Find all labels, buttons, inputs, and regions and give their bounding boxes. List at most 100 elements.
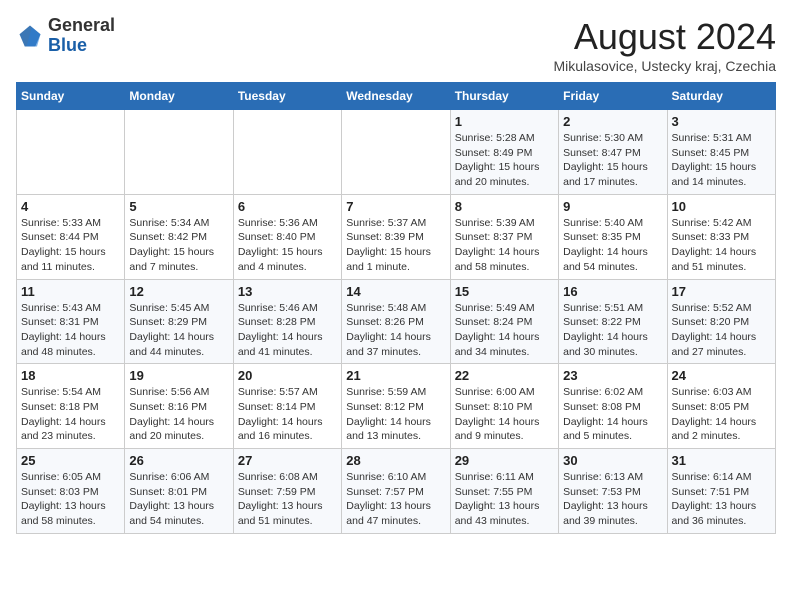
day-number: 15	[455, 284, 554, 299]
day-number: 31	[672, 453, 771, 468]
day-info: Sunrise: 5:37 AM Sunset: 8:39 PM Dayligh…	[346, 216, 445, 275]
day-number: 10	[672, 199, 771, 214]
day-info: Sunrise: 6:11 AM Sunset: 7:55 PM Dayligh…	[455, 470, 554, 529]
day-info: Sunrise: 5:48 AM Sunset: 8:26 PM Dayligh…	[346, 301, 445, 360]
day-number: 21	[346, 368, 445, 383]
day-info: Sunrise: 5:30 AM Sunset: 8:47 PM Dayligh…	[563, 131, 662, 190]
day-number: 6	[238, 199, 337, 214]
day-number: 17	[672, 284, 771, 299]
day-number: 20	[238, 368, 337, 383]
calendar-cell	[233, 110, 341, 195]
day-number: 26	[129, 453, 228, 468]
logo-blue: Blue	[48, 36, 115, 56]
day-number: 8	[455, 199, 554, 214]
day-info: Sunrise: 5:34 AM Sunset: 8:42 PM Dayligh…	[129, 216, 228, 275]
day-number: 4	[21, 199, 120, 214]
calendar-cell	[342, 110, 450, 195]
location: Mikulasovice, Ustecky kraj, Czechia	[553, 58, 776, 74]
calendar-cell: 13Sunrise: 5:46 AM Sunset: 8:28 PM Dayli…	[233, 279, 341, 364]
day-number: 19	[129, 368, 228, 383]
calendar-cell: 1 Sunrise: 5:28 AM Sunset: 8:49 PM Daylig…	[450, 110, 558, 195]
calendar-cell: 22 Sunrise: 6:00 AM Sunset: 8:10 PM Dayli…	[450, 364, 558, 449]
day-number: 30	[563, 453, 662, 468]
page-header: General Blue August 2024 Mikulasovice, U…	[16, 16, 776, 74]
day-number: 24	[672, 368, 771, 383]
day-info: Sunrise: 5:39 AM Sunset: 8:37 PM Dayligh…	[455, 216, 554, 275]
calendar-cell: 7 Sunrise: 5:37 AM Sunset: 8:39 PM Daylig…	[342, 194, 450, 279]
day-number: 27	[238, 453, 337, 468]
day-info: Sunrise: 5:28 AM Sunset: 8:49 PM Dayligh…	[455, 131, 554, 190]
calendar-cell: 11 Sunrise: 5:43 AM Sunset: 8:31 PM Dayli…	[17, 279, 125, 364]
weekday-header: Wednesday	[342, 83, 450, 110]
day-info: Sunrise: 5:57 AM Sunset: 8:14 PM Dayligh…	[238, 385, 337, 444]
day-info: Sunrise: 5:45 AM Sunset: 8:29 PM Dayligh…	[129, 301, 228, 360]
calendar-week-row: 25 Sunrise: 6:05 AM Sunset: 8:03 PM Dayli…	[17, 449, 776, 534]
day-number: 22	[455, 368, 554, 383]
calendar-cell: 25 Sunrise: 6:05 AM Sunset: 8:03 PM Dayli…	[17, 449, 125, 534]
calendar-cell: 28Sunrise: 6:10 AM Sunset: 7:57 PM Dayli…	[342, 449, 450, 534]
calendar-week-row: 18Sunrise: 5:54 AM Sunset: 8:18 PM Dayli…	[17, 364, 776, 449]
calendar-cell: 30 Sunrise: 6:13 AM Sunset: 7:53 PM Dayli…	[559, 449, 667, 534]
day-info: Sunrise: 5:31 AM Sunset: 8:45 PM Dayligh…	[672, 131, 771, 190]
day-info: Sunrise: 6:13 AM Sunset: 7:53 PM Dayligh…	[563, 470, 662, 529]
day-number: 3	[672, 114, 771, 129]
day-number: 11	[21, 284, 120, 299]
calendar-cell: 31 Sunrise: 6:14 AM Sunset: 7:51 PM Dayli…	[667, 449, 775, 534]
day-number: 1	[455, 114, 554, 129]
calendar-cell: 9Sunrise: 5:40 AM Sunset: 8:35 PM Daylig…	[559, 194, 667, 279]
weekday-header: Friday	[559, 83, 667, 110]
day-number: 25	[21, 453, 120, 468]
day-info: Sunrise: 5:52 AM Sunset: 8:20 PM Dayligh…	[672, 301, 771, 360]
title-area: August 2024 Mikulasovice, Ustecky kraj, …	[553, 16, 776, 74]
day-number: 12	[129, 284, 228, 299]
calendar-cell: 4 Sunrise: 5:33 AM Sunset: 8:44 PM Daylig…	[17, 194, 125, 279]
weekday-header: Thursday	[450, 83, 558, 110]
calendar-table: SundayMondayTuesdayWednesdayThursdayFrid…	[16, 82, 776, 534]
day-info: Sunrise: 6:00 AM Sunset: 8:10 PM Dayligh…	[455, 385, 554, 444]
calendar-cell: 15 Sunrise: 5:49 AM Sunset: 8:24 PM Dayli…	[450, 279, 558, 364]
weekday-header: Tuesday	[233, 83, 341, 110]
calendar-week-row: 4 Sunrise: 5:33 AM Sunset: 8:44 PM Daylig…	[17, 194, 776, 279]
calendar-cell: 10 Sunrise: 5:42 AM Sunset: 8:33 PM Dayli…	[667, 194, 775, 279]
day-number: 18	[21, 368, 120, 383]
calendar-week-row: 11 Sunrise: 5:43 AM Sunset: 8:31 PM Dayli…	[17, 279, 776, 364]
calendar-cell: 27 Sunrise: 6:08 AM Sunset: 7:59 PM Dayli…	[233, 449, 341, 534]
day-info: Sunrise: 6:08 AM Sunset: 7:59 PM Dayligh…	[238, 470, 337, 529]
day-info: Sunrise: 6:05 AM Sunset: 8:03 PM Dayligh…	[21, 470, 120, 529]
day-info: Sunrise: 5:36 AM Sunset: 8:40 PM Dayligh…	[238, 216, 337, 275]
calendar-week-row: 1 Sunrise: 5:28 AM Sunset: 8:49 PM Daylig…	[17, 110, 776, 195]
calendar-cell	[17, 110, 125, 195]
calendar-cell: 21Sunrise: 5:59 AM Sunset: 8:12 PM Dayli…	[342, 364, 450, 449]
weekday-header-row: SundayMondayTuesdayWednesdayThursdayFrid…	[17, 83, 776, 110]
weekday-header: Saturday	[667, 83, 775, 110]
day-info: Sunrise: 6:06 AM Sunset: 8:01 PM Dayligh…	[129, 470, 228, 529]
day-info: Sunrise: 5:33 AM Sunset: 8:44 PM Dayligh…	[21, 216, 120, 275]
calendar-cell: 26 Sunrise: 6:06 AM Sunset: 8:01 PM Dayli…	[125, 449, 233, 534]
calendar-cell: 6 Sunrise: 5:36 AM Sunset: 8:40 PM Daylig…	[233, 194, 341, 279]
calendar-cell: 24Sunrise: 6:03 AM Sunset: 8:05 PM Dayli…	[667, 364, 775, 449]
day-info: Sunrise: 5:43 AM Sunset: 8:31 PM Dayligh…	[21, 301, 120, 360]
day-number: 5	[129, 199, 228, 214]
day-info: Sunrise: 5:51 AM Sunset: 8:22 PM Dayligh…	[563, 301, 662, 360]
day-info: Sunrise: 5:49 AM Sunset: 8:24 PM Dayligh…	[455, 301, 554, 360]
day-info: Sunrise: 6:14 AM Sunset: 7:51 PM Dayligh…	[672, 470, 771, 529]
day-number: 16	[563, 284, 662, 299]
day-info: Sunrise: 5:42 AM Sunset: 8:33 PM Dayligh…	[672, 216, 771, 275]
day-number: 23	[563, 368, 662, 383]
calendar-cell	[125, 110, 233, 195]
logo-text: General Blue	[48, 16, 115, 56]
day-number: 7	[346, 199, 445, 214]
calendar-cell: 3 Sunrise: 5:31 AM Sunset: 8:45 PM Daylig…	[667, 110, 775, 195]
day-info: Sunrise: 6:10 AM Sunset: 7:57 PM Dayligh…	[346, 470, 445, 529]
calendar-cell: 18Sunrise: 5:54 AM Sunset: 8:18 PM Dayli…	[17, 364, 125, 449]
day-info: Sunrise: 5:46 AM Sunset: 8:28 PM Dayligh…	[238, 301, 337, 360]
day-info: Sunrise: 5:56 AM Sunset: 8:16 PM Dayligh…	[129, 385, 228, 444]
day-number: 14	[346, 284, 445, 299]
calendar-cell: 14 Sunrise: 5:48 AM Sunset: 8:26 PM Dayli…	[342, 279, 450, 364]
calendar-cell: 29 Sunrise: 6:11 AM Sunset: 7:55 PM Dayli…	[450, 449, 558, 534]
day-info: Sunrise: 5:40 AM Sunset: 8:35 PM Dayligh…	[563, 216, 662, 275]
calendar-cell: 12 Sunrise: 5:45 AM Sunset: 8:29 PM Dayli…	[125, 279, 233, 364]
calendar-cell: 8 Sunrise: 5:39 AM Sunset: 8:37 PM Daylig…	[450, 194, 558, 279]
month-title: August 2024	[553, 16, 776, 58]
day-number: 29	[455, 453, 554, 468]
